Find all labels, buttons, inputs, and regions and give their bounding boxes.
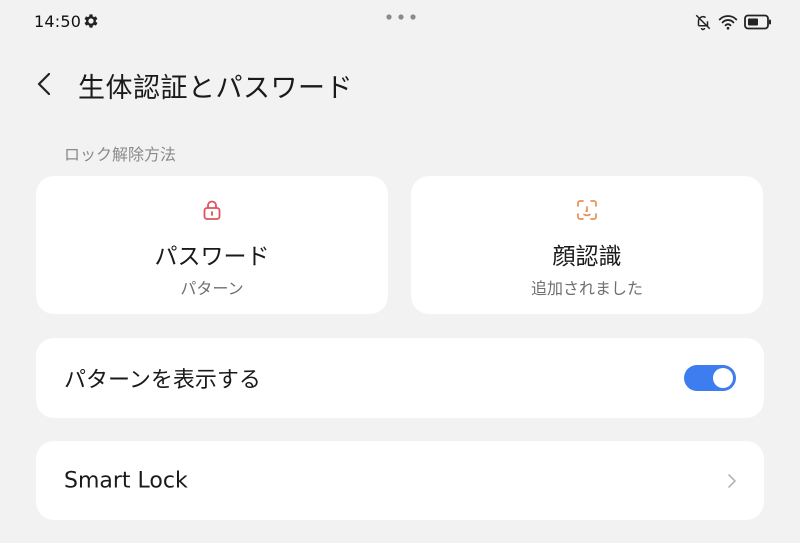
status-icons <box>694 12 772 32</box>
bell-off-icon <box>695 14 711 31</box>
face-method-subtitle: 追加されました <box>530 279 643 298</box>
show-pattern-label: パターンを表示する <box>64 368 261 393</box>
header: 生体認証とパスワード <box>0 60 800 108</box>
face-recognition-method-card[interactable]: 顔認識 追加されました <box>411 176 763 314</box>
face-scan-icon <box>577 200 597 220</box>
section-label-unlock-methods: ロック解除方法 <box>64 145 177 164</box>
password-method-subtitle: パターン <box>180 279 244 298</box>
page-title: 生体認証とパスワード <box>78 73 353 104</box>
status-bar: 14:50 <box>0 0 800 44</box>
more-dots-icon[interactable] <box>385 12 417 22</box>
smart-lock-row[interactable]: Smart Lock <box>36 441 764 520</box>
face-method-title: 顔認識 <box>552 244 622 270</box>
chevron-right-icon <box>728 473 736 488</box>
status-time: 14:50 <box>34 12 82 31</box>
password-method-card[interactable]: パスワード パターン <box>36 176 388 314</box>
back-button[interactable] <box>30 68 58 100</box>
show-pattern-toggle[interactable] <box>684 365 736 391</box>
wifi-icon <box>718 15 738 30</box>
toggle-knob <box>713 368 733 388</box>
password-method-title: パスワード <box>154 244 270 270</box>
lock-icon <box>203 200 221 220</box>
gear-icon <box>84 14 98 28</box>
back-chevron-icon <box>37 72 51 96</box>
show-pattern-row: パターンを表示する <box>36 338 764 418</box>
battery-icon <box>744 14 771 30</box>
smart-lock-label: Smart Lock <box>64 468 188 493</box>
